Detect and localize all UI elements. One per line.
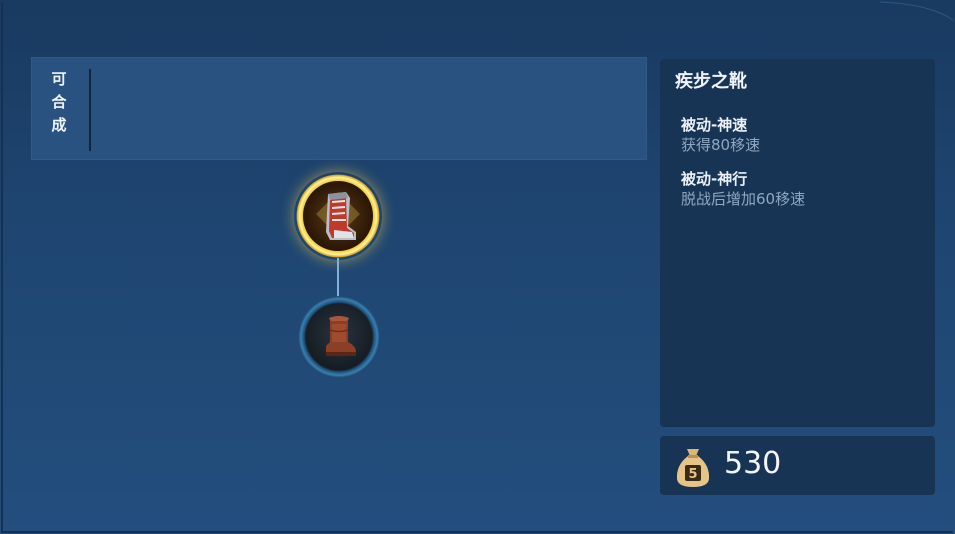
effect-description: 脱战后增加60移速 [681, 190, 806, 208]
item-name: 疾步之靴 [675, 71, 747, 92]
item-detail-panel: 疾步之靴 被动-神速 获得80移速 被动-神行 脱战后增加60移速 [660, 59, 935, 427]
result-item-slot[interactable] [294, 172, 382, 260]
armored-boots-icon [316, 192, 360, 240]
effect-description: 获得80移速 [681, 136, 761, 154]
price-panel: 5 530 [660, 436, 935, 495]
item-price: 530 [724, 446, 782, 481]
item-effect: 被动-神速 获得80移速 [681, 115, 921, 155]
effect-title: 被动-神速 [681, 116, 748, 134]
svg-text:5: 5 [688, 467, 697, 482]
money-bag-icon: 5 [676, 449, 710, 487]
leather-boots-icon [326, 316, 356, 356]
item-effect: 被动-神行 脱战后增加60移速 [681, 169, 921, 209]
recipe-connector-line [337, 258, 339, 298]
item-effects-list: 被动-神速 获得80移速 被动-神行 脱战后增加60移速 [681, 115, 921, 223]
effect-title: 被动-神行 [681, 170, 748, 188]
component-item-slot[interactable] [298, 296, 380, 378]
